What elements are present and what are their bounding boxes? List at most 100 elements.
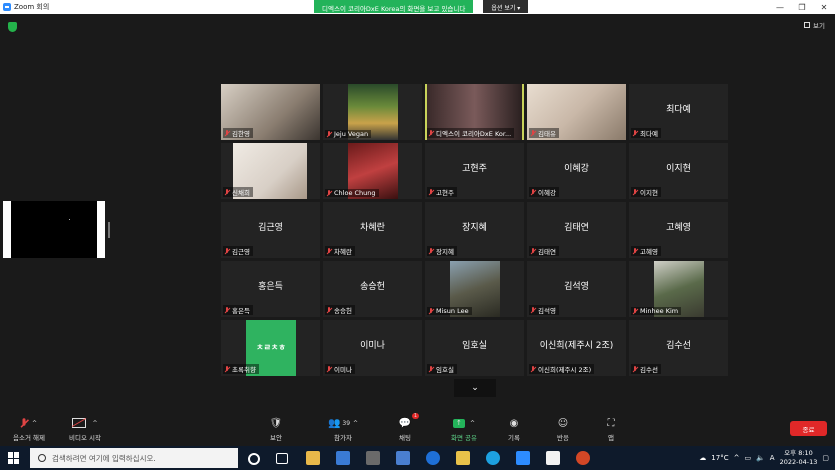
restore-icon[interactable]: ❐ (791, 0, 813, 14)
participant-name-label: 김근영 (223, 246, 253, 256)
participant-name: Jeju Vegan (334, 130, 369, 138)
share-message: 디엑스이 코리아DxE Korea의 화면을 보고 있습니다 (314, 0, 474, 13)
participant-tile[interactable]: 신채희 (221, 143, 320, 199)
participant-display-name: 임호실 (462, 341, 487, 351)
store-icon[interactable] (336, 451, 350, 465)
participant-tile[interactable]: Misun Lee (425, 261, 524, 317)
share-banner: 디엑스이 코리아DxE Korea의 화면을 보고 있습니다 옵션 보기 ▾ (314, 0, 529, 13)
mic-muted-icon (326, 189, 332, 197)
participant-name: 송승헌 (334, 307, 352, 315)
clock[interactable]: 오후 8:10 2022-04-13 (780, 449, 818, 467)
participant-tile[interactable]: 장지혜 장지혜 (425, 202, 524, 258)
participant-display-name: 송승헌 (360, 282, 385, 292)
powerpoint-icon[interactable] (576, 451, 590, 465)
participant-tile[interactable]: 김석영 김석영 (527, 261, 626, 317)
network-icon[interactable]: ▭ (744, 454, 751, 462)
participant-tile[interactable]: Chloe Chung (323, 143, 422, 199)
ime-indicator[interactable]: A (770, 454, 775, 462)
notepad-icon[interactable] (546, 451, 560, 465)
chat-icon: 💬 1 (398, 413, 419, 429)
next-page-button[interactable]: ⌄ (454, 379, 496, 397)
cortana-icon[interactable] (248, 453, 260, 465)
participant-name-label: 김한영 (223, 128, 253, 138)
mic-muted-icon (326, 365, 332, 373)
participant-tile[interactable]: 송승헌 송승헌 (323, 261, 422, 317)
start-video-button[interactable]: ^ 비디오 시작 (62, 416, 108, 442)
weather-temp[interactable]: 17°C (711, 454, 728, 462)
security-button[interactable]: 🛡 보안 (262, 416, 290, 443)
close-icon[interactable]: ✕ (813, 0, 835, 14)
participant-name: 고혜영 (640, 248, 658, 256)
app-icon[interactable] (366, 451, 380, 465)
apps-button[interactable]: ⛶ 앱 (602, 416, 620, 443)
search-placeholder: 검색하려면 여기에 입력하십시오. (52, 453, 156, 463)
participant-tile[interactable]: 고혜영 고혜영 (629, 202, 728, 258)
participant-tile[interactable]: 차혜란 차혜란 (323, 202, 422, 258)
calculator-icon[interactable] (396, 451, 410, 465)
participant-name-label: Misun Lee (427, 307, 472, 315)
file-explorer-icon[interactable] (306, 451, 320, 465)
participant-tile[interactable]: 김한영 (221, 84, 320, 140)
participant-tile[interactable]: 김수선 김수선 (629, 320, 728, 376)
taskbar-search[interactable]: 검색하려면 여기에 입력하십시오. (30, 448, 238, 468)
participant-tile[interactable]: 이혜강 이혜강 (527, 143, 626, 199)
encryption-shield-icon[interactable] (8, 22, 17, 32)
participant-name: 차혜란 (334, 248, 352, 256)
mic-muted-icon (530, 365, 536, 373)
participant-tile[interactable]: 이신희(제주시 2조) 이신희(제주시 2조) (527, 320, 626, 376)
zoom-taskbar-icon[interactable] (516, 451, 530, 465)
participant-tile[interactable]: 이지현 이지현 (629, 143, 728, 199)
participant-tile[interactable]: 김태유 (527, 84, 626, 140)
participant-tile[interactable]: Minhee Kim (629, 261, 728, 317)
participant-display-name: 이혜강 (564, 164, 589, 174)
participant-display-name: 고현주 (462, 164, 487, 174)
participant-tile[interactable]: ㅊㄹㅊㅎ 초록취향 (221, 320, 320, 376)
gallery-grid: 김한영 Jeju Vegan 디엑스이 코리아DxE Kor... 김태유 최다예 최다예… (221, 84, 728, 376)
participant-name-label: Minhee Kim (631, 307, 682, 315)
windows-start-icon[interactable] (8, 452, 20, 464)
mic-muted-icon (428, 188, 434, 196)
share-screen-button[interactable]: ↑ ^ 화면 공유 (442, 416, 486, 442)
participant-tile[interactable]: 홍은득 홍은득 (221, 261, 320, 317)
view-button[interactable]: 보기 (804, 20, 825, 30)
participant-name-label: 장지혜 (427, 246, 457, 256)
time: 오후 8:10 (784, 449, 813, 457)
end-meeting-button[interactable]: 종료 (790, 421, 827, 436)
reactions-button[interactable]: ☺ 반응 (551, 416, 575, 443)
edge-legacy-icon[interactable] (426, 451, 440, 465)
record-button[interactable]: ◉ 기록 (503, 416, 525, 443)
participant-tile[interactable]: 디엑스이 코리아DxE Kor... (425, 84, 524, 140)
minimize-icon[interactable]: — (769, 0, 791, 14)
participant-display-name: 김수선 (666, 341, 691, 351)
participants-button[interactable]: 👥 39 ^ 참가자 (326, 416, 360, 443)
participant-name: 김근영 (232, 248, 250, 256)
participant-display-name: 김석영 (564, 282, 589, 292)
edge-icon[interactable] (486, 451, 500, 465)
participant-tile[interactable]: 김태연 김태연 (527, 202, 626, 258)
weather-icon[interactable]: ☁ (699, 454, 706, 462)
participant-name: 장지혜 (436, 248, 454, 256)
participant-tile[interactable]: 김근영 김근영 (221, 202, 320, 258)
participant-name-label: 고혜영 (631, 246, 661, 256)
participant-name-label: 이혜강 (529, 187, 559, 197)
participant-name: 김태유 (538, 130, 556, 138)
unmute-button[interactable]: ^ 음소거 해제 (8, 416, 50, 442)
volume-icon[interactable]: 🔈 (756, 454, 765, 462)
participant-tile[interactable]: 고현주 고현주 (425, 143, 524, 199)
view-options-button[interactable]: 옵션 보기 ▾ (483, 0, 529, 13)
zoom-logo-icon (3, 3, 11, 11)
participant-tile[interactable]: 이미나 이미나 (323, 320, 422, 376)
participant-tile[interactable]: 최다예 최다예 (629, 84, 728, 140)
reactions-label: 반응 (557, 434, 569, 442)
photos-icon[interactable] (456, 451, 470, 465)
participant-tile[interactable]: Jeju Vegan (323, 84, 422, 140)
task-view-icon[interactable] (276, 453, 288, 464)
tray-chevron-icon[interactable]: ^ (734, 454, 740, 462)
panel-resize-handle[interactable] (108, 222, 110, 238)
chat-button[interactable]: 💬 1 채팅 (393, 413, 419, 442)
self-view[interactable] (3, 201, 105, 258)
notification-icon[interactable]: ▢ (822, 454, 829, 462)
participant-tile[interactable]: 임호실 임호실 (425, 320, 524, 376)
share-screen-icon: ↑ ^ (442, 416, 486, 430)
apps-label: 앱 (608, 434, 614, 442)
